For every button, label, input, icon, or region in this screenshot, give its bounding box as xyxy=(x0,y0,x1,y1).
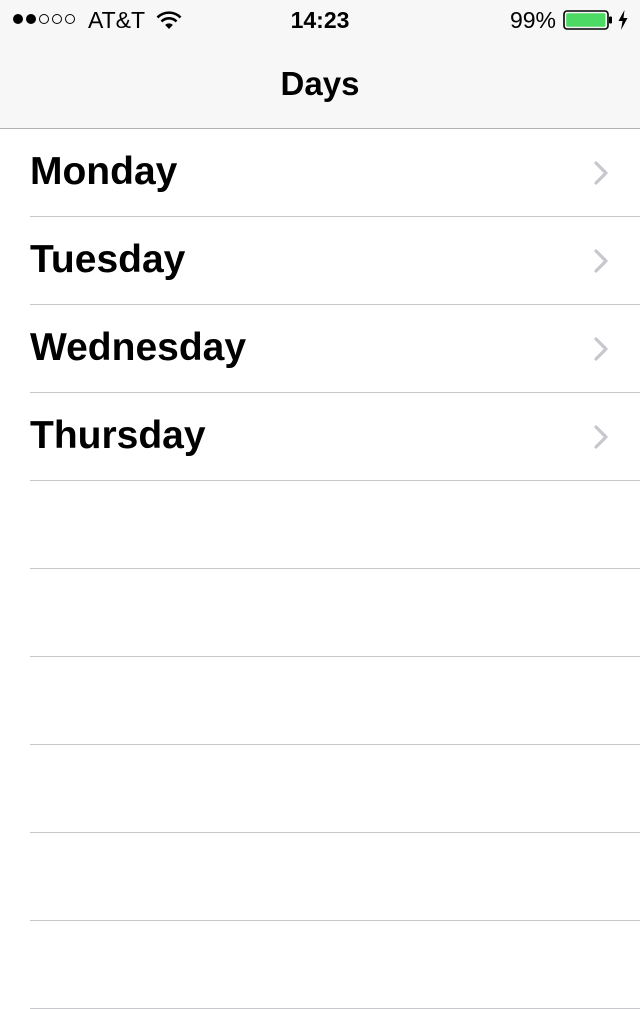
status-bar: AT&T 14:23 99% xyxy=(0,0,640,40)
table-row-thursday[interactable]: Thursday xyxy=(0,393,640,481)
chevron-right-icon xyxy=(594,161,608,185)
row-label: Wednesday xyxy=(30,326,247,369)
chevron-right-icon xyxy=(594,425,608,449)
table-row-monday[interactable]: Monday xyxy=(0,129,640,217)
row-label: Monday xyxy=(30,150,178,193)
chevron-right-icon xyxy=(594,249,608,273)
table-row-wednesday[interactable]: Wednesday xyxy=(0,305,640,393)
empty-table-row xyxy=(0,481,640,569)
empty-table-row xyxy=(0,569,640,657)
row-label: Thursday xyxy=(30,414,206,457)
row-label: Tuesday xyxy=(30,238,186,281)
empty-table-row xyxy=(0,745,640,833)
charging-icon xyxy=(618,10,628,30)
empty-table-row xyxy=(0,833,640,921)
table-row-tuesday[interactable]: Tuesday xyxy=(0,217,640,305)
battery-percent: 99% xyxy=(509,7,556,33)
empty-table-row xyxy=(0,657,640,745)
battery-icon xyxy=(563,10,612,30)
battery-level-fill xyxy=(566,13,606,27)
chevron-right-icon xyxy=(594,337,608,361)
page-title: Days xyxy=(280,65,360,102)
navigation-bar: Days xyxy=(0,40,640,129)
days-table: Monday Tuesday Wednesday Thursday xyxy=(0,129,640,1009)
empty-table-row xyxy=(0,921,640,1009)
